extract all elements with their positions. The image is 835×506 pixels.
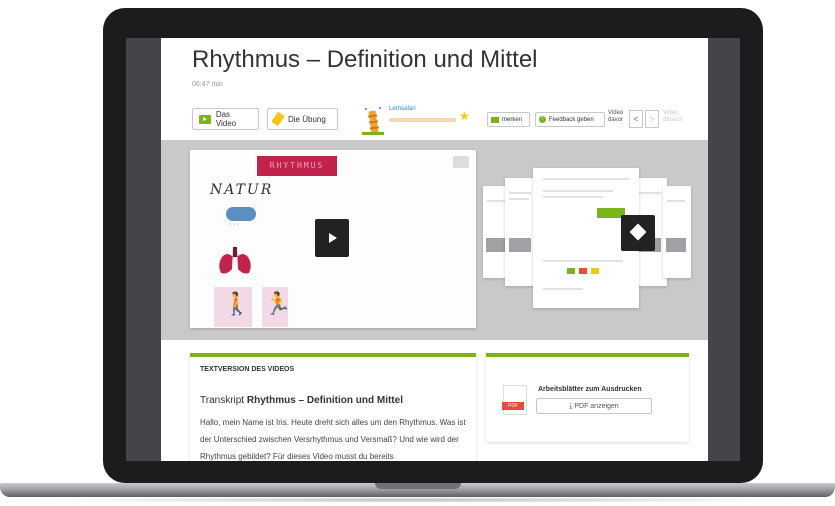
pdf-tag: PDF (502, 402, 524, 410)
laptop-shadow (30, 497, 805, 503)
chevron-right-icon[interactable]: > (645, 110, 659, 128)
video-button-label: Das Video (215, 110, 237, 128)
pencil-icon (271, 111, 285, 127)
media-section: RHYTHMUS NATUR ʼʼʼ 🚶 🏃 (161, 140, 708, 340)
bookmark-button-label: merken (502, 116, 523, 123)
feedback-button[interactable]: ! Feedback geben (535, 112, 605, 127)
lernsafari-label: Lernsafari (389, 106, 416, 112)
previous-video-label: Video davor (608, 110, 623, 124)
transcript-body: Hallo, mein Name ist Iris. Heute dreht s… (200, 418, 466, 461)
board-word: NATUR (210, 182, 274, 198)
chevron-left-icon[interactable]: < (629, 110, 643, 128)
lernsafari-progress[interactable]: Lernsafari ★ (362, 105, 472, 135)
note-icon (491, 116, 499, 123)
pdf-view-button[interactable]: ⤓ PDF anzeigen (536, 398, 652, 414)
rain-icon: ʼʼʼ (230, 224, 240, 230)
bookmark-button[interactable]: merken (487, 112, 530, 127)
video-player[interactable]: RHYTHMUS NATUR ʼʼʼ 🚶 🏃 (190, 150, 476, 328)
tower-icon (362, 107, 384, 135)
page-title: Rhythmus – Definition und Mittel (192, 46, 538, 73)
download-icon: ⤓ (569, 403, 573, 410)
next-video-label: Video danach (663, 110, 683, 124)
text-version-heading: TEXTVERSION DES VIDEOS (200, 366, 295, 373)
previous-video-label-line2: davor (608, 117, 624, 123)
board-title: RHYTHMUS (257, 156, 337, 176)
feedback-button-label: Feedback geben (549, 116, 594, 123)
feedback-icon: ! (539, 116, 546, 123)
lungs-icon (219, 247, 251, 274)
running-icon: 🏃 (264, 291, 292, 316)
exercise-sheet (663, 186, 691, 278)
exercise-sheet-main (533, 168, 655, 308)
laptop-screen: Rhythmus – Definition und Mittel 06:47 m… (126, 38, 740, 461)
cloud-icon (226, 207, 256, 221)
exercise-button[interactable]: Die Übung (267, 108, 338, 130)
video-duration: 06:47 min (192, 81, 223, 88)
laptop-notch (375, 483, 461, 489)
transcript-video-title: Rhythmus – Definition und Mittel (246, 395, 403, 406)
video-icon (199, 114, 211, 124)
exercise-preview[interactable] (483, 168, 693, 308)
worksheets-title: Arbeitsblätter zum Ausdrucken (538, 386, 642, 393)
exercise-play-icon[interactable] (621, 215, 655, 251)
pdf-icon: PDF (502, 385, 527, 415)
text-version-card: TEXTVERSION DES VIDEOS Transkript Rhythm… (190, 353, 476, 461)
play-icon[interactable] (315, 219, 349, 257)
web-page: Rhythmus – Definition und Mittel 06:47 m… (161, 38, 708, 461)
transcript-prefix: Transkript (200, 395, 245, 406)
next-video-label-line2: danach (663, 117, 683, 123)
chat-icon[interactable] (453, 156, 469, 168)
previous-video-label-line1: Video (608, 110, 624, 116)
transcript-title: Transkript Rhythmus – Definition und Mit… (200, 395, 403, 406)
lernsafari-progress-bar (389, 118, 456, 122)
worksheets-card: PDF Arbeitsblätter zum Ausdrucken ⤓ PDF … (486, 353, 689, 442)
star-icon: ★ (459, 109, 470, 123)
exercise-button-label: Die Übung (288, 114, 326, 124)
walking-icon: 🚶 (223, 291, 251, 316)
pdf-view-button-label: PDF anzeigen (574, 403, 619, 410)
next-video-label-line1: Video (663, 110, 679, 116)
video-button[interactable]: Das Video (192, 108, 259, 130)
